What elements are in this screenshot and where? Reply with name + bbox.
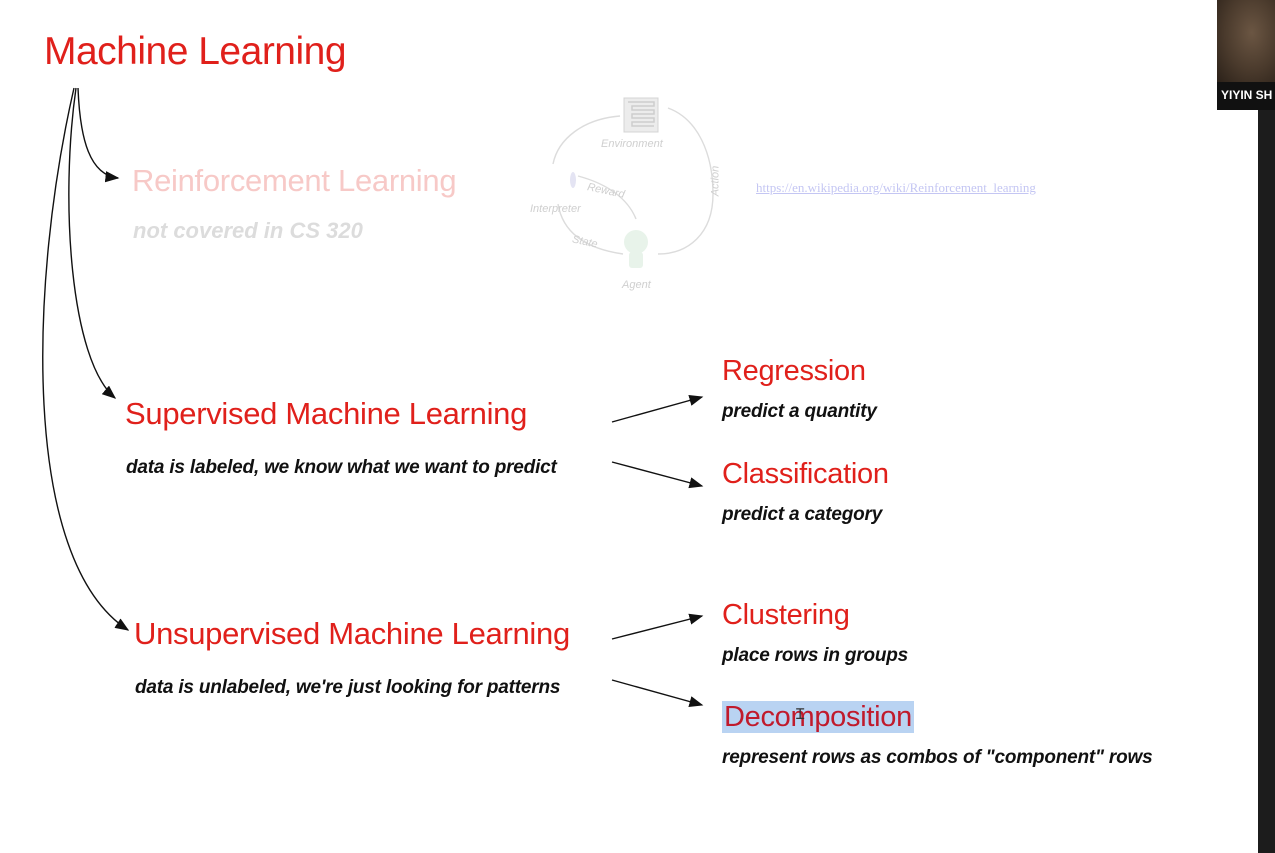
environment-maze-icon [623,97,659,133]
decomposition-heading[interactable]: Decomposition [722,701,914,734]
diagram-agent-label: Agent [622,279,651,291]
clustering-desc: place rows in groups [722,645,909,666]
decomposition-selection[interactable]: Decomposition [722,701,914,733]
arrow-to-reinforcement [77,87,120,183]
regression-heading: Regression [722,355,866,387]
diagram-interpreter-label: Interpreter [530,203,581,215]
arrow-to-regression [611,394,704,423]
diagram-environment-label: Environment [601,138,663,150]
arrow-to-decomposition [611,679,704,708]
classification-desc: predict a category [722,504,883,525]
arrow-to-supervised [68,87,117,399]
unsupervised-heading: Unsupervised Machine Learning [134,616,570,651]
reinforcement-desc: not covered in CS 320 [133,218,363,243]
diagram-loop-right [657,107,714,255]
arrow-to-classification [611,461,704,489]
unsupervised-desc: data is unlabeled, we're just looking fo… [135,677,561,698]
participant-video-tile[interactable]: YIYIN SH [1217,0,1275,110]
clustering-heading: Clustering [722,599,850,631]
reinforcement-wiki-link[interactable]: https://en.wikipedia.org/wiki/Reinforcem… [756,180,1036,196]
slide-title: Machine Learning [44,30,347,73]
supervised-heading: Supervised Machine Learning [125,396,528,431]
text-cursor-icon: Ɪ [796,705,805,723]
meeting-sidebar [1258,110,1275,853]
arrow-to-unsupervised [42,87,130,631]
reinforcement-diagram [552,97,714,268]
diagram-action-label: Action [709,165,722,197]
regression-desc: predict a quantity [722,401,877,422]
participant-video-feed [1217,0,1275,82]
reinforcement-heading: Reinforcement Learning [132,163,457,198]
agent-robot-icon [624,230,648,254]
supervised-desc: data is labeled, we know what we want to… [126,457,557,478]
classification-heading: Classification [722,458,889,490]
interpreter-eye-icon [570,172,576,188]
arrow-to-clustering [611,613,704,640]
slide-canvas: Machine Learning Reinforcement Learning … [0,0,1258,853]
participant-name: YIYIN SH [1221,88,1273,102]
decomposition-desc: represent rows as combos of "component" … [722,747,1153,768]
